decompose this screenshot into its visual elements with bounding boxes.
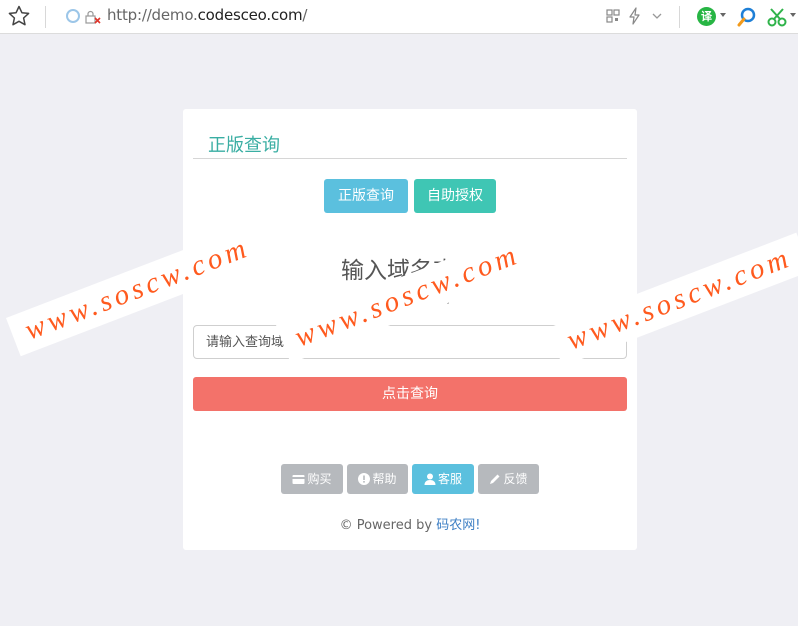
caret-down-icon[interactable] — [719, 11, 727, 19]
credit-card-icon — [292, 475, 305, 484]
insecure-lock-icon[interactable] — [85, 9, 101, 25]
qr-code-icon[interactable] — [606, 9, 620, 23]
customer-service-button[interactable]: 客服 — [412, 464, 474, 494]
screenshot-scissors-icon[interactable] — [766, 6, 788, 28]
footer-text: © Powered by — [339, 518, 437, 533]
site-globe-icon[interactable] — [66, 9, 80, 23]
exclamation-circle-icon — [358, 473, 371, 485]
footer-link[interactable]: 码农网! — [436, 518, 480, 533]
card-title: 正版查询 — [208, 135, 280, 156]
search-magnifier-icon[interactable] — [736, 6, 758, 28]
toolbar-divider — [679, 6, 680, 28]
pencil-icon — [490, 474, 500, 484]
lightning-icon[interactable] — [628, 7, 642, 25]
toolbar-divider — [45, 6, 46, 28]
url-suffix: / — [302, 6, 308, 24]
service-label: 客服 — [437, 472, 462, 486]
bookmark-star-icon[interactable] — [7, 4, 31, 28]
buy-button[interactable]: 购买 — [281, 464, 343, 494]
buy-label: 购买 — [307, 472, 332, 486]
genuine-query-button[interactable]: 正版查询 — [324, 179, 408, 213]
url-prefix: http://demo. — [107, 6, 198, 24]
title-divider — [193, 158, 627, 159]
submit-query-button[interactable]: 点击查询 — [193, 377, 627, 411]
powered-by-footer: © Powered by 码农网! — [183, 514, 637, 533]
chevron-down-icon[interactable] — [651, 10, 663, 22]
url-domain: codesceo.com — [197, 6, 303, 24]
help-label: 帮助 — [372, 472, 397, 486]
address-bar-url[interactable]: http://demo.codesceo.com/ — [107, 6, 307, 24]
feedback-label: 反馈 — [503, 472, 528, 486]
browser-toolbar: http://demo.codesceo.com/ 译 — [0, 0, 798, 34]
help-button[interactable]: 帮助 — [347, 464, 408, 494]
self-authorize-button[interactable]: 自助授权 — [414, 179, 496, 213]
user-icon — [424, 473, 436, 485]
feedback-button[interactable]: 反馈 — [478, 464, 539, 494]
caret-down-icon[interactable] — [789, 11, 797, 19]
translate-icon[interactable]: 译 — [697, 7, 716, 26]
